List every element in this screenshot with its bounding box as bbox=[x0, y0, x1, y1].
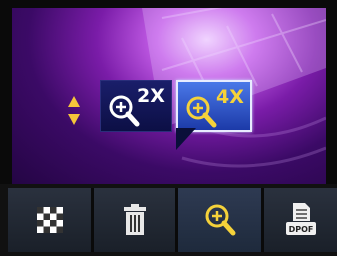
toolbar-dpof-button[interactable]: DPOF bbox=[264, 188, 337, 252]
up-down-arrows-icon[interactable] bbox=[68, 96, 82, 130]
zoom-4x-button[interactable]: 4X bbox=[176, 80, 252, 132]
zoom-2x-label: 2X bbox=[137, 85, 165, 107]
toolbar-slideshow-button[interactable] bbox=[8, 188, 94, 252]
bottom-toolbar: DPOF bbox=[0, 184, 337, 256]
dpof-label: DPOF bbox=[288, 225, 313, 234]
checkerboard-icon bbox=[36, 207, 63, 233]
magnifier-plus-icon bbox=[186, 96, 217, 128]
arrow-down-icon[interactable] bbox=[68, 114, 80, 125]
zoom-2x-button[interactable]: 2X bbox=[100, 80, 172, 132]
toolbar-zoom-button[interactable] bbox=[178, 188, 264, 252]
toolbar-delete-button[interactable] bbox=[94, 188, 178, 252]
dpof-print-icon: DPOF bbox=[285, 203, 316, 235]
zoom-icon bbox=[205, 204, 235, 236]
trash-icon bbox=[123, 204, 146, 235]
popup-pointer bbox=[176, 128, 196, 150]
zoom-4x-label: 4X bbox=[216, 86, 244, 108]
camera-playback-screen: 2X 4X DPOF bbox=[0, 0, 337, 256]
zoom-popup: 2X 4X bbox=[12, 8, 326, 184]
magnifier-plus-icon bbox=[109, 95, 140, 127]
arrow-up-icon[interactable] bbox=[68, 96, 80, 107]
